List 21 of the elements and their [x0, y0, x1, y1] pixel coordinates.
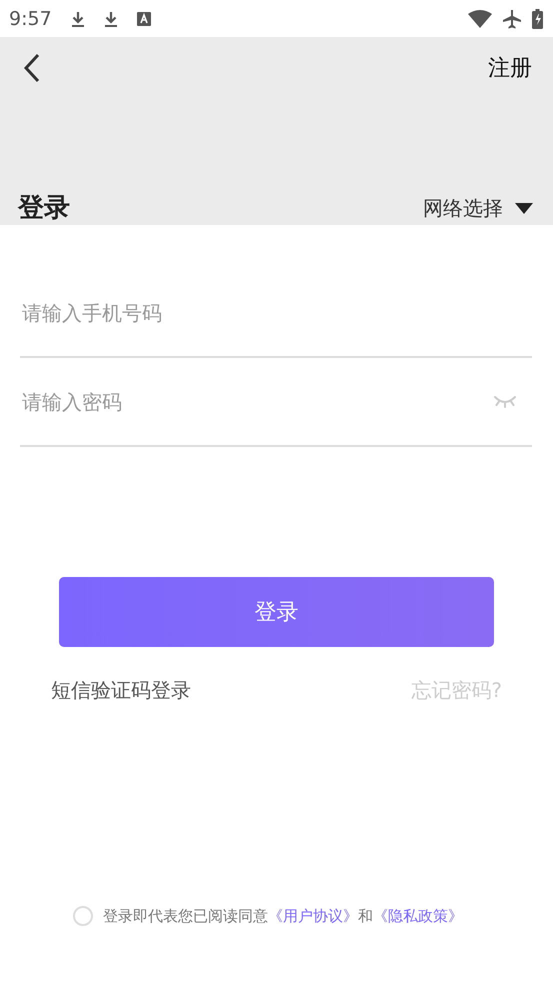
closed-eye-icon[interactable]: [493, 395, 517, 409]
back-icon: [24, 53, 40, 83]
agreement-checkbox[interactable]: [73, 906, 93, 926]
sms-login-link[interactable]: 短信验证码登录: [51, 677, 191, 704]
download-icon: [70, 10, 85, 26]
dropdown-icon: [515, 203, 533, 214]
font-icon: [136, 12, 151, 26]
download-icon: [104, 10, 118, 26]
register-button[interactable]: 注册: [488, 53, 532, 83]
airplane-icon: [502, 8, 522, 28]
phone-field[interactable]: 请输入手机号码: [20, 301, 532, 325]
network-select[interactable]: 网络选择: [423, 195, 533, 225]
password-field[interactable]: 请输入密码: [20, 390, 493, 414]
login-button[interactable]: 登录: [59, 577, 494, 647]
privacy-policy-link[interactable]: 《隐私政策》: [373, 906, 463, 924]
wifi-icon: [468, 10, 492, 28]
status-time: 9:57: [9, 8, 52, 30]
user-agreement-link[interactable]: 《用户协议》: [268, 906, 358, 924]
battery-charging-icon: [532, 8, 543, 28]
agreement-text: 登录即代表您已阅读同意《用户协议》和《隐私政策》: [103, 906, 463, 926]
page-title: 登录: [18, 192, 70, 225]
